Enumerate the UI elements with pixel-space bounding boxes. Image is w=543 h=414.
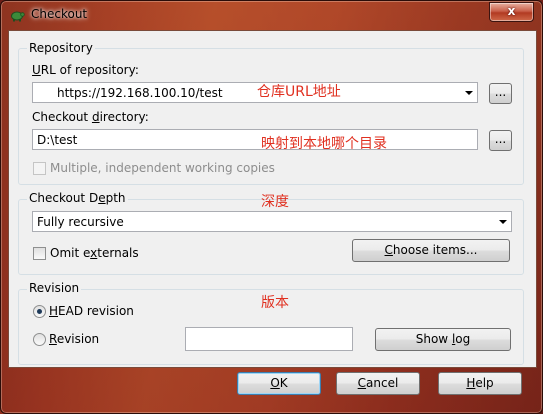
show-log-button[interactable]: Show log xyxy=(375,328,511,351)
revision-radio[interactable] xyxy=(33,333,46,346)
chevron-down-icon[interactable] xyxy=(499,220,507,224)
head-revision-radio[interactable] xyxy=(33,305,46,318)
directory-value: D:\test xyxy=(37,133,78,147)
revision-label: Revision xyxy=(49,332,100,346)
help-button[interactable]: Help xyxy=(438,372,522,395)
radio-selected-dot xyxy=(37,309,42,314)
revision-group-label: Revision xyxy=(27,281,82,295)
cancel-button[interactable]: Cancel xyxy=(336,372,420,395)
multiple-copies-label: Multiple, independent working copies xyxy=(50,161,275,175)
url-value: https://192.168.100.10/test xyxy=(57,86,223,100)
url-label: URL of repository: xyxy=(32,63,139,77)
close-button[interactable]: x xyxy=(489,2,534,22)
tortoise-icon xyxy=(9,7,25,23)
title-bar[interactable]: Checkout x xyxy=(1,1,542,29)
depth-dropdown[interactable]: Fully recursive xyxy=(32,211,512,232)
ok-button[interactable]: OK xyxy=(237,372,321,395)
checkout-directory-input[interactable]: D:\test xyxy=(32,129,478,150)
checkout-dialog: Checkout x Repository URL of repository:… xyxy=(0,0,543,414)
head-revision-label: HEAD revision xyxy=(49,304,134,318)
revision-number-input[interactable] xyxy=(185,327,353,351)
multiple-copies-checkbox[interactable] xyxy=(33,162,46,175)
depth-selected: Fully recursive xyxy=(37,215,124,229)
window-title: Checkout xyxy=(31,7,88,21)
dialog-client-area: Repository URL of repository: https://19… xyxy=(8,30,537,368)
browse-url-button[interactable]: ... xyxy=(489,83,512,104)
omit-externals-label: Omit externals xyxy=(50,246,139,260)
url-annotation: 仓库URL地址 xyxy=(257,84,341,100)
choose-items-button[interactable]: Choose items... xyxy=(352,239,510,262)
depth-annotation: 深度 xyxy=(261,194,289,210)
directory-annotation: 映射到本地哪个目录 xyxy=(261,136,387,152)
depth-group-label: Checkout Depth xyxy=(27,191,128,205)
chevron-down-icon[interactable] xyxy=(465,91,473,95)
url-combobox[interactable]: https://192.168.100.10/test xyxy=(32,82,478,103)
repository-group-label: Repository xyxy=(27,41,95,55)
revision-annotation: 版本 xyxy=(261,295,289,311)
browse-directory-button[interactable]: ... xyxy=(489,130,512,151)
close-icon: x xyxy=(507,4,516,18)
dir-label: Checkout directory: xyxy=(32,110,149,124)
omit-externals-checkbox[interactable] xyxy=(33,247,46,260)
